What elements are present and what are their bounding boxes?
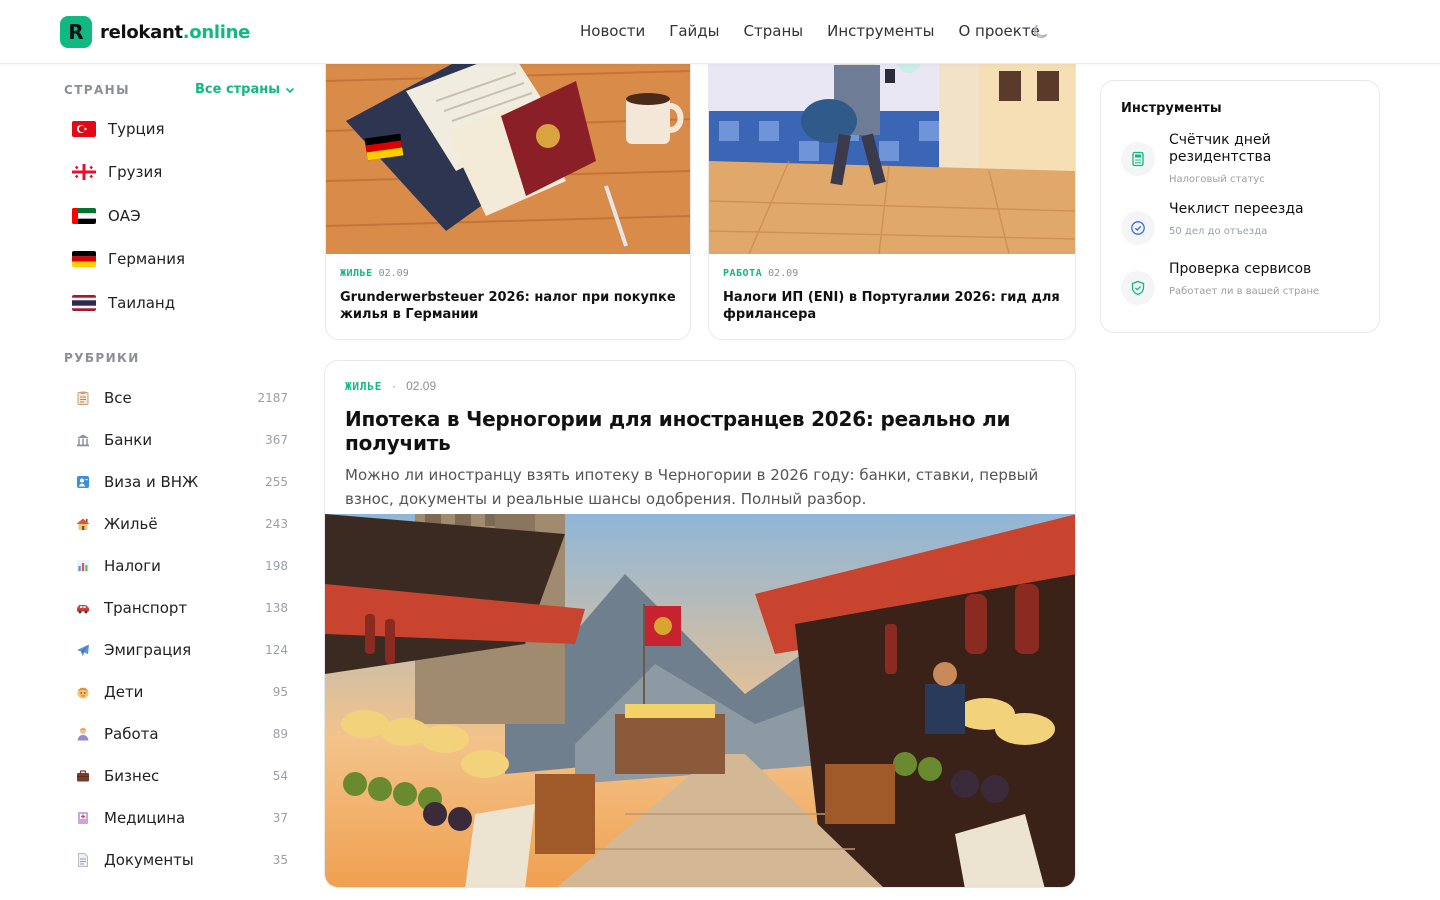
country-label: Германия [108,250,185,269]
site-header: R relokant.online Новости Гайды Страны И… [0,0,1440,64]
tool-subtitle: Налоговый статус [1169,174,1265,185]
chart-icon [74,557,92,575]
tool-moving-checklist[interactable]: Чеклист переезда 50 дел до отъезда [1121,201,1359,245]
country-item-thailand[interactable]: Таиланд [60,281,300,325]
nav-news[interactable]: Новости [580,22,645,40]
nav-guides[interactable]: Гайды [669,22,719,40]
tool-subtitle: 50 дел до отъезда [1169,226,1268,237]
country-item-germany[interactable]: Германия [60,238,300,282]
article-meta: ЖИЛЬЕ 02.09 [340,268,676,279]
category-tag[interactable]: ЖИЛЬЕ [340,268,373,279]
car-icon [74,599,92,617]
country-label: Турция [108,119,165,138]
germany-flag-icon [72,251,96,268]
bank-icon [74,431,92,449]
country-label: Грузия [108,163,163,182]
medical-icon [74,809,92,827]
country-item-turkey[interactable]: Турция [60,107,300,151]
country-list: Турция Грузия ОАЭ Германия Таиланд [60,107,300,325]
article-title[interactable]: Grunderwerbsteuer 2026: налог при покупк… [340,289,676,323]
rubric-list: Все 2187 Банки 367 Виза и ВНЖ 255 Жильё 243 … [60,377,300,881]
meta-separator: · [392,379,397,393]
tool-name: Проверка сервисов [1169,261,1312,277]
countries-header: СТРАНЫ Все страны [60,82,300,97]
rubrics-header: РУБРИКИ [60,351,300,365]
main-nav: Новости Гайды Страны Инструменты О проек… [580,22,1040,40]
rubric-item-kids[interactable]: Дети 95 [60,671,300,713]
article-meta: РАБОТА 02.09 [723,268,1061,279]
rubric-item-all[interactable]: Все 2187 [60,377,300,419]
rubric-item-transport[interactable]: Транспорт 138 [60,587,300,629]
country-label: ОАЭ [108,206,141,225]
all-countries-dropdown[interactable]: Все страны [195,82,296,97]
check-circle-icon [1121,211,1155,245]
shield-check-icon [1121,271,1155,305]
article-title[interactable]: Налоги ИП (ENI) в Португалии 2026: гид д… [723,289,1061,323]
tool-residency-counter[interactable]: Счётчик дней резидентства Налоговый стат… [1121,132,1359,185]
passport-icon [74,473,92,491]
logo-text: relokant.online [100,21,251,43]
tool-subtitle: Работает ли в вашей стране [1169,286,1320,297]
site-logo[interactable]: R relokant.online [60,16,250,48]
house-icon [74,515,92,533]
worker-icon [74,725,92,743]
rubric-item-emigration[interactable]: Эмиграция 124 [60,629,300,671]
briefcase-icon [74,767,92,785]
tool-name: Счётчик дней резидентства [1169,132,1272,165]
moon-icon[interactable] [1030,22,1050,42]
rubric-item-medicine[interactable]: Медицина 37 [60,797,300,839]
rubric-item-work[interactable]: Работа 89 [60,713,300,755]
tool-services-check[interactable]: Проверка сервисов Работает ли в вашей ст… [1121,261,1359,305]
turkey-flag-icon [72,120,96,137]
rubric-item-documents[interactable]: Документы 35 [60,839,300,881]
countries-title: СТРАНЫ [64,82,130,97]
nav-countries[interactable]: Страны [744,22,804,40]
child-icon [74,683,92,701]
article-meta: ЖИЛЬЕ · 02.09 [345,379,1055,393]
rubric-item-visa[interactable]: Виза и ВНЖ 255 [60,461,300,503]
left-sidebar: СТРАНЫ Все страны Турция Грузия ОАЭ Герм… [60,64,300,881]
rubric-item-taxes[interactable]: Налоги 198 [60,545,300,587]
chevron-down-icon [285,87,295,93]
nav-about[interactable]: О проекте [958,22,1039,40]
rubric-item-business[interactable]: Бизнес 54 [60,755,300,797]
logo-icon: R [60,16,92,48]
tool-name: Чеклист переезда [1169,201,1304,217]
uae-flag-icon [72,207,96,224]
clipboard-icon [74,389,92,407]
plane-icon [74,641,92,659]
rubric-item-housing[interactable]: Жильё 243 [60,503,300,545]
georgia-flag-icon [72,164,96,181]
thailand-flag-icon [72,294,96,311]
calculator-icon [1121,142,1155,176]
document-icon [74,851,92,869]
country-item-georgia[interactable]: Грузия [60,151,300,195]
featured-description: Можно ли иностранцу взять ипотеку в Черн… [345,466,1039,508]
tools-panel: Инструменты Счётчик дней резидентства На… [1100,80,1380,333]
featured-image-market [325,514,1075,887]
nav-tools[interactable]: Инструменты [827,22,934,40]
featured-title[interactable]: Ипотека в Черногории для иностранцев 202… [345,407,1055,455]
tools-title: Инструменты [1121,101,1222,116]
article-date: 02.09 [406,379,437,393]
country-label: Таиланд [108,293,176,312]
featured-article-card[interactable]: ЖИЛЬЕ · 02.09 Ипотека в Черногории для и… [324,360,1076,888]
category-tag[interactable]: РАБОТА [723,268,762,279]
article-date: 02.09 [768,268,799,279]
category-tag[interactable]: ЖИЛЬЕ [345,380,382,393]
rubric-item-banks[interactable]: Банки 367 [60,419,300,461]
rubrics-title: РУБРИКИ [64,350,140,365]
country-item-uae[interactable]: ОАЭ [60,194,300,238]
article-date: 02.09 [378,268,409,279]
